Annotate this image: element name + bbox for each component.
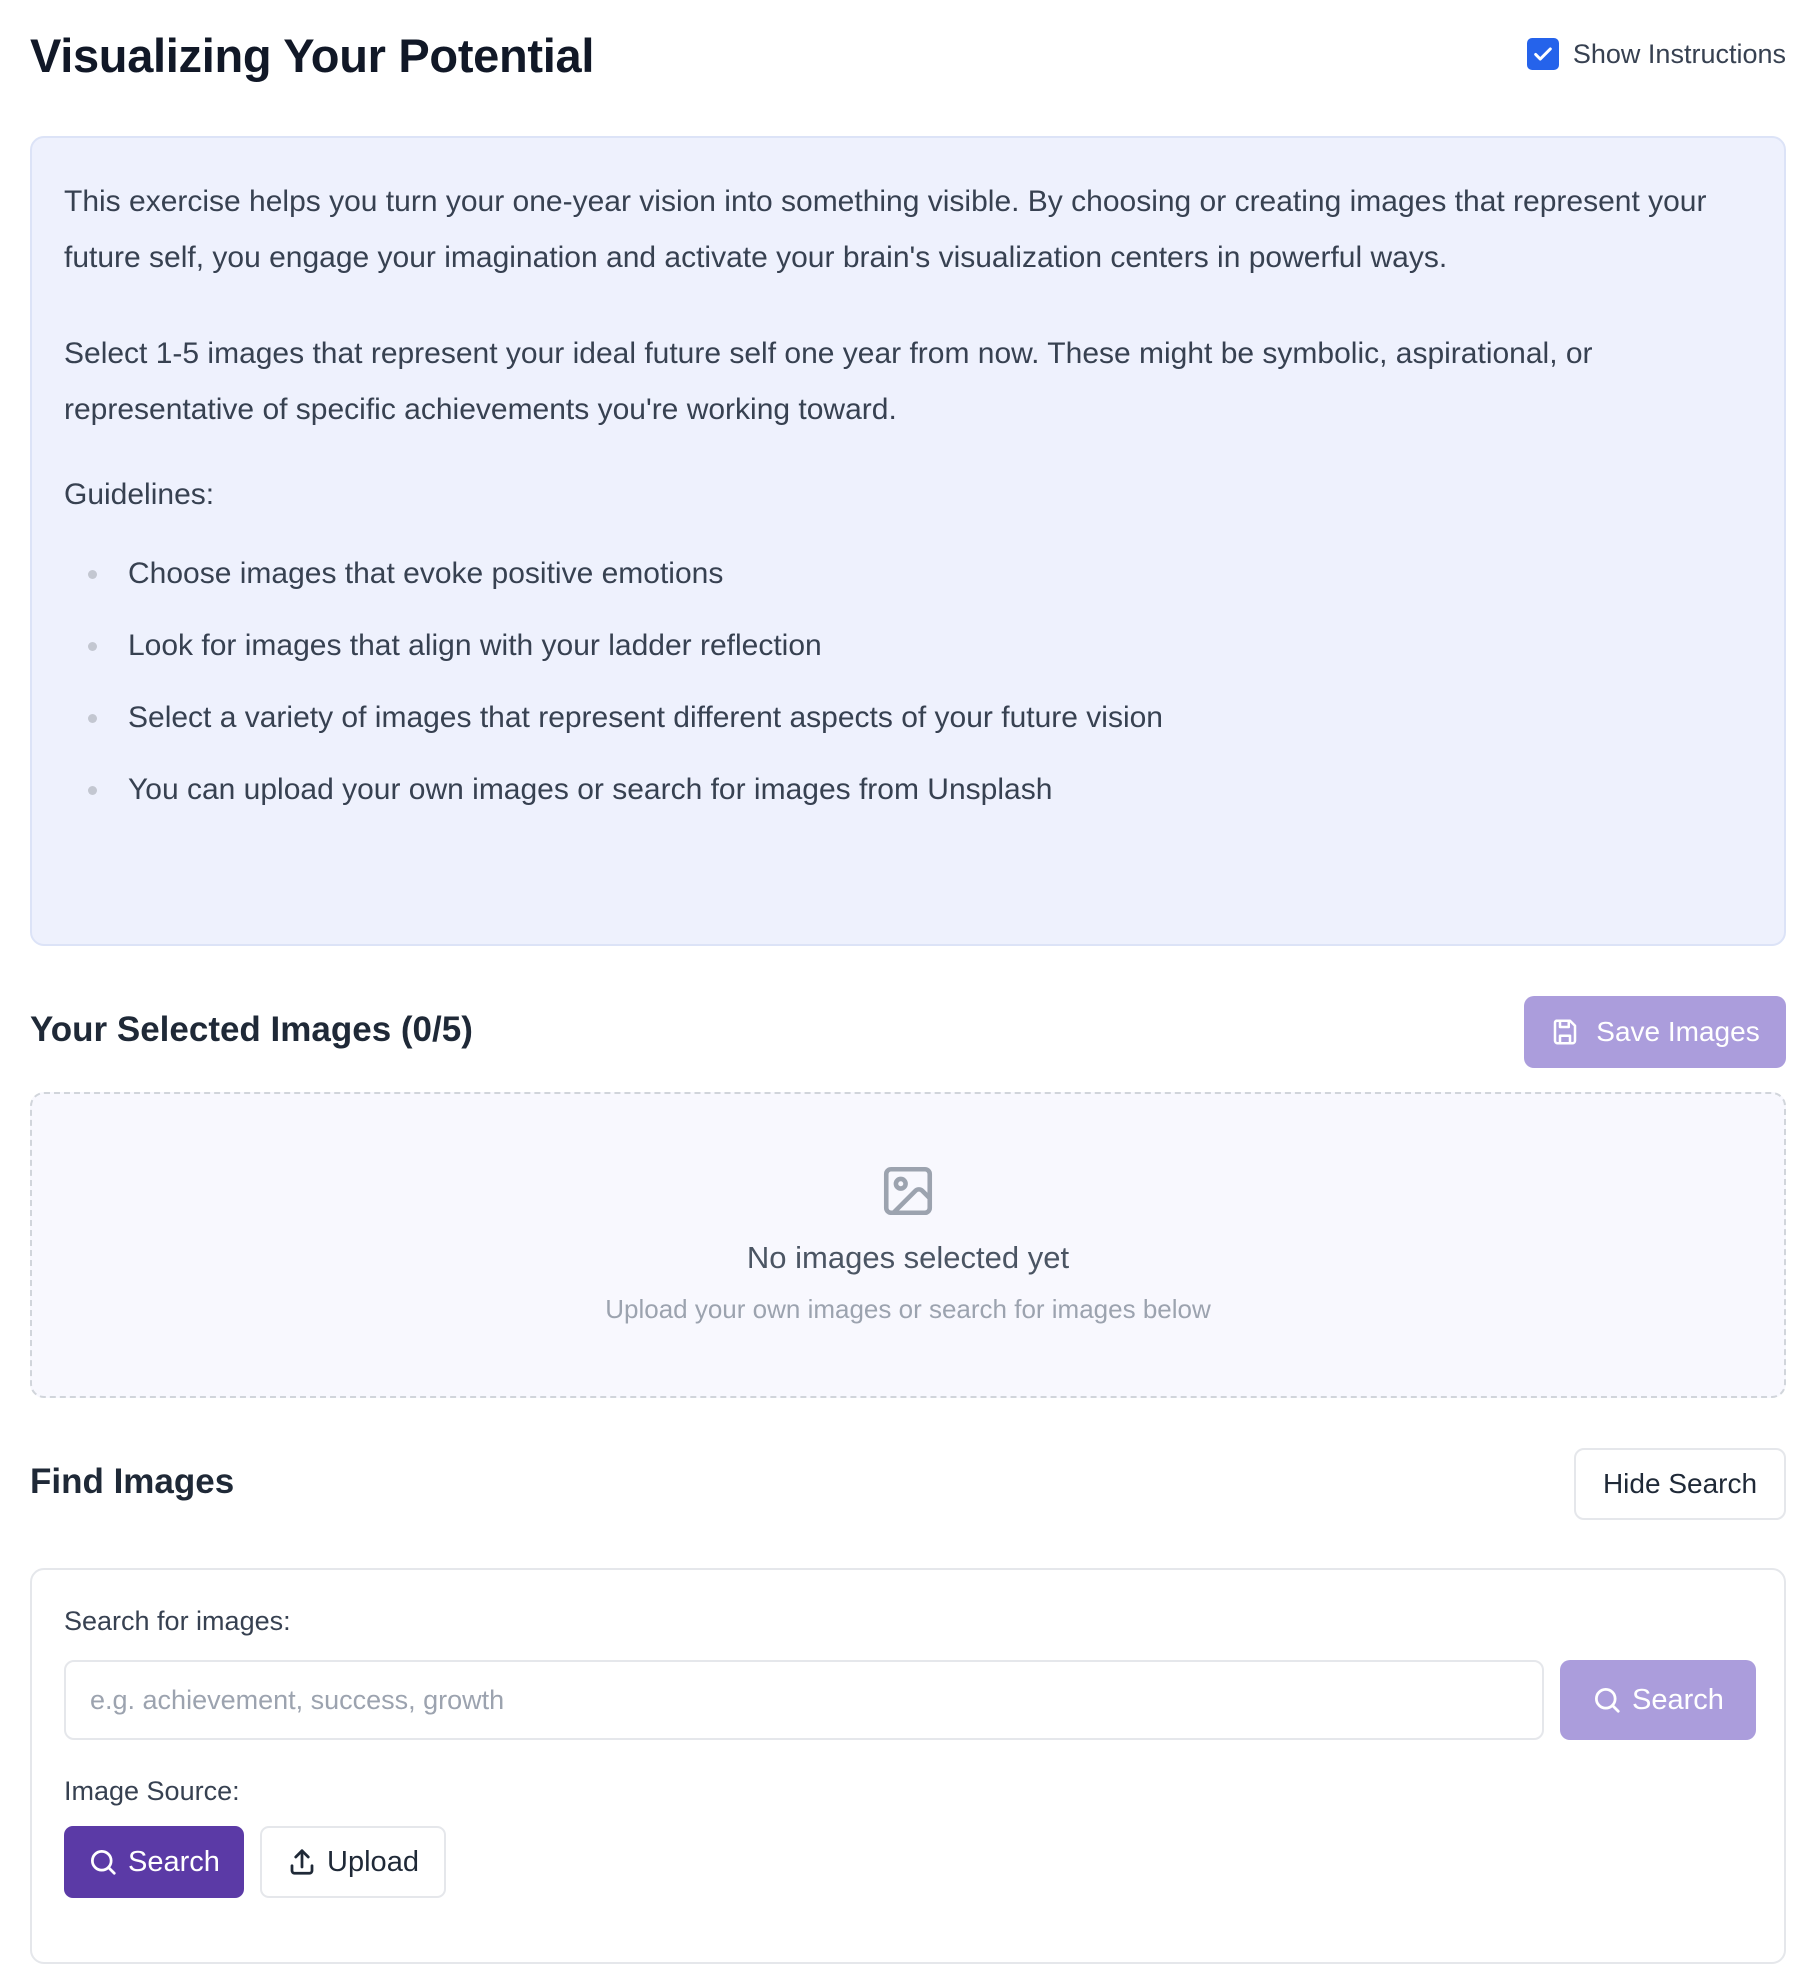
selected-images-dropzone[interactable]: No images selected yet Upload your own i…: [30, 1092, 1786, 1398]
find-images-heading: Find Images: [30, 1462, 235, 1501]
page-title: Visualizing Your Potential: [30, 29, 595, 82]
empty-state-subtitle: Upload your own images or search for ima…: [605, 1294, 1211, 1324]
search-card: Search for images: Search Image Source: …: [30, 1568, 1786, 1964]
empty-state-title: No images selected yet: [746, 1240, 1070, 1275]
search-submit-button[interactable]: Search: [1560, 1660, 1756, 1740]
save-images-button[interactable]: Save Images: [1524, 996, 1786, 1068]
guideline-item: Look for images that align with your lad…: [64, 610, 1752, 682]
source-upload-button[interactable]: Upload: [260, 1826, 446, 1898]
guideline-item: You can upload your own images or search…: [64, 754, 1752, 826]
bullet-icon: [88, 786, 97, 795]
upload-icon: [290, 1849, 314, 1875]
hide-search-button[interactable]: Hide Search: [1574, 1448, 1786, 1520]
guideline-text: Look for images that align with your lad…: [128, 629, 822, 662]
search-input[interactable]: [64, 1660, 1544, 1740]
instructions-paragraph-1: This exercise helps you turn your one-ye…: [64, 185, 1707, 274]
check-icon: [1534, 47, 1552, 61]
show-instructions-toggle[interactable]: Show Instructions: [1526, 38, 1786, 70]
guideline-text: You can upload your own images or search…: [128, 773, 1053, 806]
guideline-item: Choose images that evoke positive emotio…: [64, 538, 1752, 610]
search-icon: [91, 1850, 116, 1875]
bullet-icon: [88, 642, 97, 651]
image-icon: [883, 1166, 933, 1216]
instructions-paragraph-2: Select 1-5 images that represent your id…: [64, 337, 1593, 426]
guidelines-title: Guidelines:: [64, 478, 215, 511]
guideline-item: Select a variety of images that represen…: [64, 682, 1752, 754]
guideline-text: Choose images that evoke positive emotio…: [128, 557, 724, 590]
guideline-text: Select a variety of images that represen…: [128, 701, 1163, 734]
image-source-label: Image Source:: [64, 1776, 240, 1806]
save-icon: [1554, 1019, 1577, 1045]
show-instructions-checkbox[interactable]: [1526, 38, 1559, 70]
selected-images-heading: Your Selected Images (0/5): [30, 1010, 473, 1049]
guidelines-list: Choose images that evoke positive emotio…: [64, 538, 1752, 826]
page: Visualizing Your Potential Show Instruct…: [0, 0, 1818, 1966]
source-search-label: Search: [128, 1845, 220, 1878]
bullet-icon: [88, 570, 97, 579]
bullet-icon: [88, 714, 97, 723]
search-submit-label: Search: [1632, 1683, 1724, 1716]
save-images-label: Save Images: [1596, 1016, 1760, 1047]
source-search-button[interactable]: Search: [64, 1826, 244, 1898]
search-icon: [1595, 1688, 1620, 1713]
search-label: Search for images:: [64, 1606, 291, 1636]
source-upload-label: Upload: [327, 1845, 419, 1878]
show-instructions-label: Show Instructions: [1572, 38, 1786, 69]
instructions-panel: This exercise helps you turn your one-ye…: [30, 136, 1786, 946]
